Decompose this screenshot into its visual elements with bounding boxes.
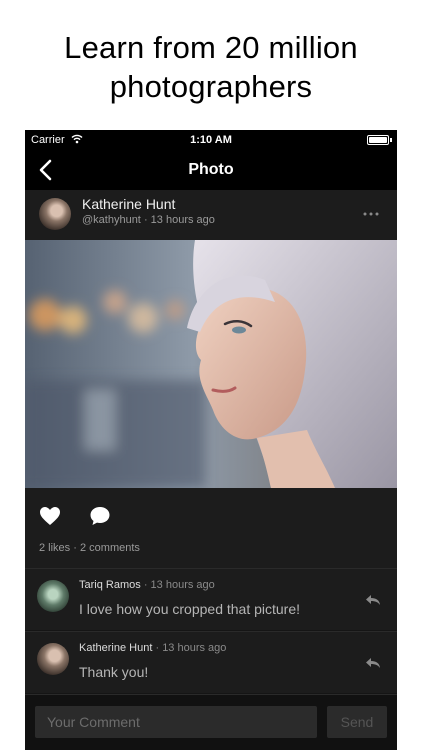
author-avatar[interactable]: [39, 198, 71, 230]
stats-separator: ·: [73, 542, 77, 554]
reply-button[interactable]: [365, 656, 381, 668]
phone-screen: Carrier 1:10 AM Photo Katherine Hunt @ka…: [25, 130, 397, 750]
commenter-name[interactable]: Tariq Ramos: [79, 579, 141, 591]
marketing-headline: Learn from 20 million photographers: [0, 28, 422, 106]
status-bar: Carrier 1:10 AM: [25, 130, 397, 150]
author-handle[interactable]: @kathyhunt: [82, 214, 141, 226]
post-header: Katherine Hunt @kathyhunt · 13 hours ago: [25, 190, 397, 240]
comment-input[interactable]: [35, 706, 317, 738]
more-options-button[interactable]: [363, 204, 379, 222]
post-stats: 2 likes · 2 comments: [39, 542, 140, 554]
post-actions: 2 likes · 2 comments: [25, 488, 397, 568]
post-photo[interactable]: [25, 240, 397, 488]
page-title: Photo: [188, 161, 234, 178]
commenter-name[interactable]: Katherine Hunt: [79, 642, 152, 654]
portrait-photo-image: [25, 240, 397, 488]
post-time: 13 hours ago: [150, 214, 215, 226]
heart-icon: [40, 507, 60, 525]
headline-line-2: photographers: [109, 69, 313, 104]
headline-line-1: Learn from 20 million: [64, 30, 358, 65]
author-meta: @kathyhunt · 13 hours ago: [82, 214, 215, 226]
speech-bubble-icon: [90, 507, 110, 525]
comment-item: Katherine Hunt · 13 hours ago Thank you!: [25, 631, 397, 693]
battery-tip: [390, 138, 392, 142]
commenter-avatar[interactable]: [37, 643, 69, 675]
comment-header: Tariq Ramos · 13 hours ago: [79, 579, 215, 591]
reply-icon: [366, 595, 380, 605]
battery-icon: [367, 135, 389, 145]
reply-button[interactable]: [365, 593, 381, 605]
reply-icon: [366, 658, 380, 668]
likes-count[interactable]: 2 likes: [39, 542, 70, 554]
like-button[interactable]: [39, 506, 61, 526]
commenter-avatar[interactable]: [37, 580, 69, 612]
more-horizontal-icon: [363, 212, 379, 216]
comment-meta: · 13 hours ago: [155, 642, 227, 654]
comment-header: Katherine Hunt · 13 hours ago: [79, 642, 226, 654]
navigation-bar: Photo: [25, 150, 397, 190]
comment-time: 13 hours ago: [162, 642, 227, 654]
battery-level: [369, 137, 387, 143]
comment-time: 13 hours ago: [150, 579, 215, 591]
comment-item: Tariq Ramos · 13 hours ago I love how yo…: [25, 568, 397, 630]
comment-button[interactable]: [89, 505, 111, 527]
comment-text: I love how you cropped that picture!: [79, 601, 301, 617]
comment-meta: · 13 hours ago: [143, 579, 215, 591]
comments-count[interactable]: 2 comments: [80, 542, 140, 554]
comment-text: Thank you!: [79, 664, 149, 680]
meta-separator: ·: [143, 214, 148, 226]
send-button[interactable]: Send: [327, 706, 387, 738]
comment-composer: Send: [25, 694, 397, 750]
author-name[interactable]: Katherine Hunt: [82, 196, 175, 212]
status-time: 1:10 AM: [190, 134, 232, 146]
